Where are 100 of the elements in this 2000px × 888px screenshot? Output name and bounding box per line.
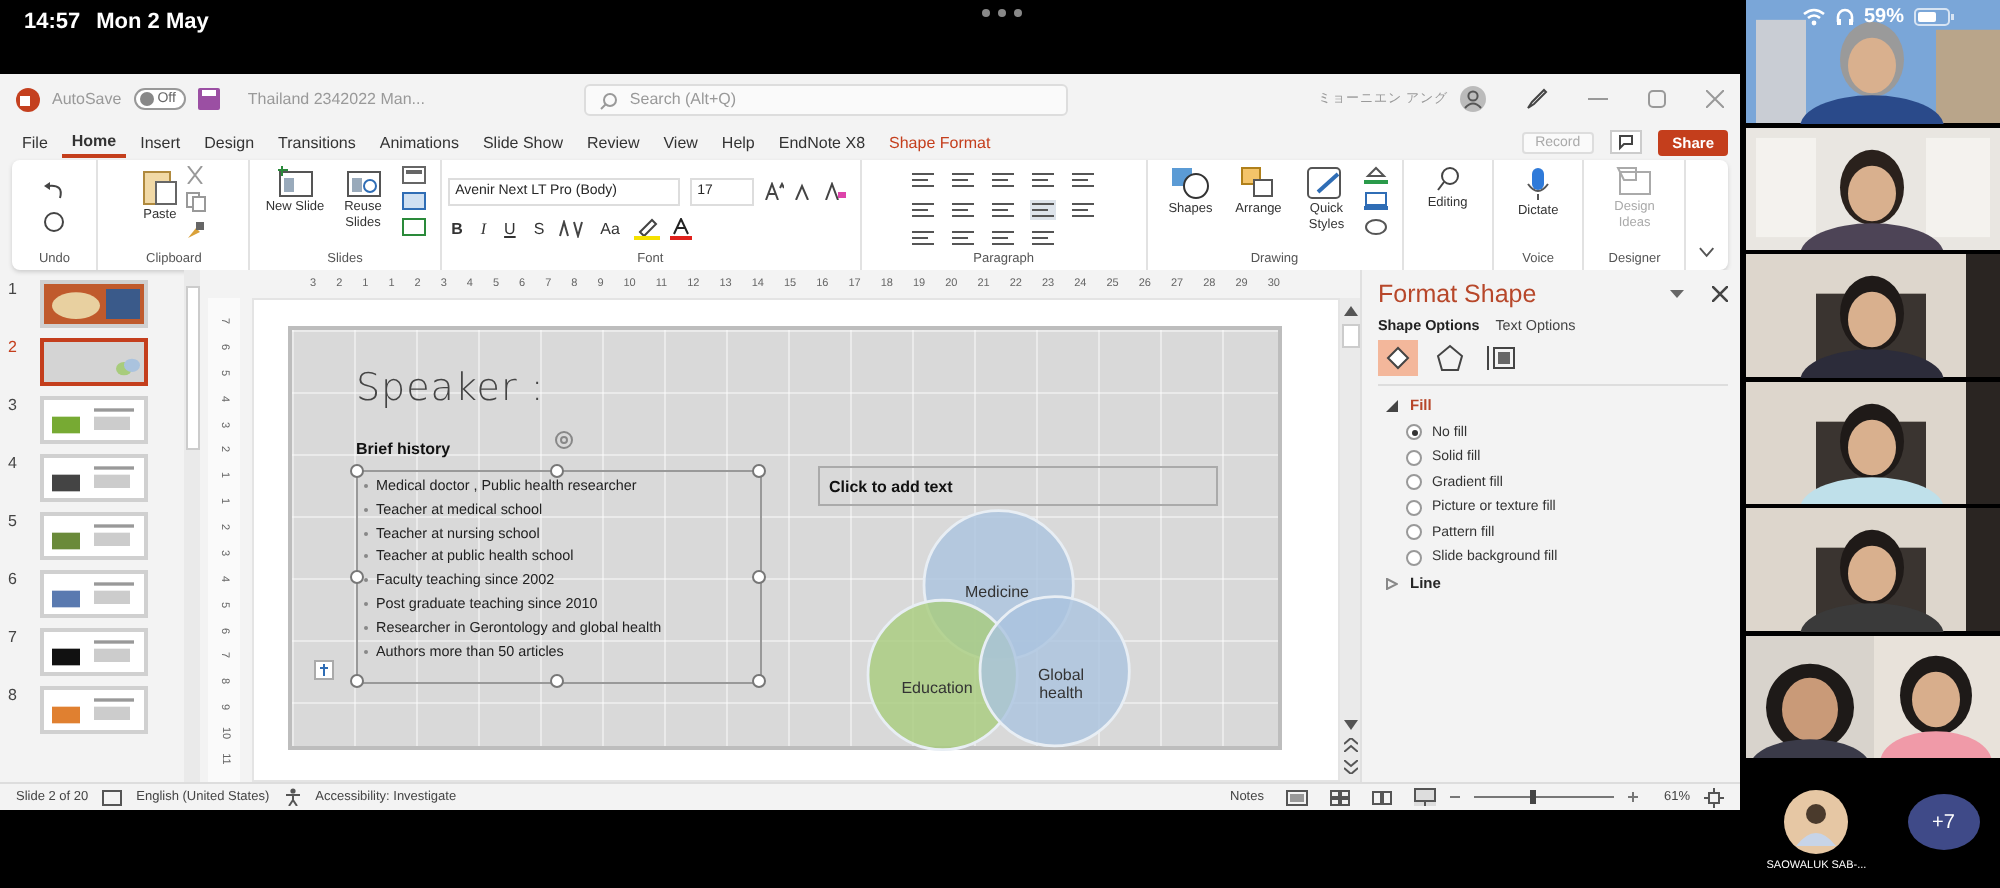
- scrollbar[interactable]: [1340, 298, 1360, 782]
- minimize-icon[interactable]: [1588, 97, 1608, 101]
- slide-number: 8: [8, 686, 19, 704]
- microphone-icon: [1526, 166, 1551, 202]
- cut-icon[interactable]: [186, 166, 205, 184]
- fit-slide-icon[interactable]: [1704, 787, 1724, 807]
- radio-button[interactable]: [1406, 549, 1422, 565]
- resize-handle[interactable]: [350, 569, 364, 583]
- resize-handle[interactable]: [350, 674, 364, 688]
- venn-label: Medicine: [962, 583, 1031, 601]
- ribbon-tab[interactable]: Shape Format: [879, 129, 1001, 155]
- spelling-icon[interactable]: [102, 789, 123, 805]
- shape-effects-icon[interactable]: [1364, 218, 1389, 236]
- slide-number: 1: [8, 280, 19, 298]
- ribbon-tab[interactable]: Slide Show: [472, 129, 573, 155]
- ribbon-tab[interactable]: Design: [194, 129, 265, 155]
- design-ideas-icon: [1616, 166, 1653, 198]
- chevron-icon[interactable]: [1698, 246, 1716, 258]
- ribbon-tab[interactable]: File: [12, 129, 58, 155]
- headphones-icon: [1836, 8, 1854, 26]
- battery-icon: [1914, 8, 1955, 26]
- radio-button[interactable]: [1406, 499, 1422, 515]
- slide-number: 7: [8, 628, 19, 646]
- ribbon-tab[interactable]: Help: [711, 129, 765, 155]
- scroll-thumb[interactable]: [1341, 324, 1359, 348]
- powerpoint-logo-icon: [16, 87, 40, 111]
- spacing-icon[interactable]: [558, 219, 587, 237]
- shrink-font-icon[interactable]: [793, 182, 814, 200]
- resize-handle[interactable]: [751, 464, 765, 478]
- clear-format-icon[interactable]: [823, 182, 846, 200]
- zoom-slider-thumb[interactable]: [1530, 790, 1537, 804]
- font-color-icon[interactable]: [669, 217, 692, 239]
- scroll-down-icon[interactable]: [1343, 720, 1357, 730]
- slide-sorter-icon[interactable]: [1329, 789, 1350, 805]
- normal-view-icon[interactable]: [1285, 789, 1308, 805]
- highlighter-icon[interactable]: [633, 217, 660, 239]
- layout-options-icon[interactable]: [314, 660, 334, 680]
- resize-handle[interactable]: [350, 464, 364, 478]
- resize-handle[interactable]: [550, 464, 565, 478]
- rotate-handle-icon[interactable]: [552, 430, 576, 450]
- font-style-button[interactable]: S: [529, 219, 549, 237]
- avatar-icon[interactable]: [1784, 790, 1849, 854]
- zoom-in-icon[interactable]: [1627, 792, 1638, 802]
- slide-number: 2: [8, 338, 19, 356]
- accessibility-icon[interactable]: [283, 788, 302, 806]
- radio-button[interactable]: [1406, 424, 1422, 440]
- more-icon[interactable]: [980, 8, 1024, 18]
- shape-fill-icon[interactable]: [1364, 166, 1389, 184]
- slide-thumbnail[interactable]: [40, 338, 148, 386]
- font-style-button[interactable]: U: [500, 219, 520, 237]
- save-icon[interactable]: [197, 88, 220, 110]
- quick-styles-icon: [1306, 166, 1347, 200]
- radio-button[interactable]: [1406, 524, 1422, 540]
- zoom-out-icon[interactable]: [1449, 792, 1460, 802]
- date-text: Mon 2 May: [96, 8, 209, 36]
- more-participants-button[interactable]: +7: [1907, 794, 1980, 850]
- reuse-slides-icon: [345, 166, 381, 198]
- font-style-button[interactable]: I: [476, 219, 491, 237]
- scrollbar[interactable]: [184, 270, 200, 782]
- copy-icon[interactable]: [185, 192, 206, 212]
- radio-button[interactable]: [1406, 449, 1422, 465]
- resize-handle[interactable]: [550, 674, 565, 688]
- expander-icon[interactable]: [1386, 399, 1398, 411]
- close-icon[interactable]: [1712, 286, 1728, 302]
- ribbon-tab[interactable]: Insert: [130, 129, 191, 155]
- venn-label: Global health: [1035, 666, 1087, 702]
- font-style-button[interactable]: B: [447, 219, 467, 237]
- format-painter-icon[interactable]: [185, 220, 206, 240]
- ribbon-tab[interactable]: View: [653, 129, 708, 155]
- comment-icon[interactable]: [1610, 130, 1643, 154]
- previous-slide-icon[interactable]: [1343, 738, 1357, 752]
- search-icon: [599, 91, 618, 109]
- next-slide-icon[interactable]: [1343, 760, 1357, 774]
- resize-handle[interactable]: [751, 674, 765, 688]
- slide-number: 3: [8, 396, 19, 414]
- user-avatar-icon[interactable]: [1460, 86, 1486, 112]
- scroll-up-icon[interactable]: [1343, 306, 1357, 316]
- new-slide-icon: [277, 166, 313, 198]
- slide-heading: Brief history: [356, 440, 453, 458]
- radio-button[interactable]: [1406, 474, 1422, 490]
- reading-view-icon[interactable]: [1371, 789, 1392, 805]
- scroll-thumb[interactable]: [185, 286, 199, 450]
- search-field[interactable]: Search (Alt+Q): [583, 83, 1068, 115]
- ribbon-tab[interactable]: Transitions: [268, 129, 366, 155]
- pen-icon[interactable]: [1526, 88, 1548, 110]
- battery-percentage: 59%: [1864, 6, 1905, 28]
- resize-handle[interactable]: [751, 569, 765, 583]
- dropdown-caret-icon[interactable]: [1670, 290, 1684, 298]
- change-case-button[interactable]: Aa: [596, 219, 624, 237]
- slide-number: 4: [8, 454, 19, 472]
- shape-outline-icon[interactable]: [1364, 192, 1389, 210]
- grow-font-icon[interactable]: [763, 182, 784, 200]
- ribbon-tab[interactable]: Review: [576, 129, 650, 155]
- slide-number: 6: [8, 570, 19, 588]
- ribbon-tab[interactable]: Animations: [369, 129, 469, 155]
- undo-icon[interactable]: [42, 182, 67, 202]
- slideshow-icon[interactable]: [1413, 788, 1436, 806]
- restore-icon[interactable]: [1648, 90, 1666, 108]
- text-placeholder[interactable]: Click to add text: [817, 466, 1217, 506]
- ribbon-tab[interactable]: EndNote X8: [768, 129, 876, 155]
